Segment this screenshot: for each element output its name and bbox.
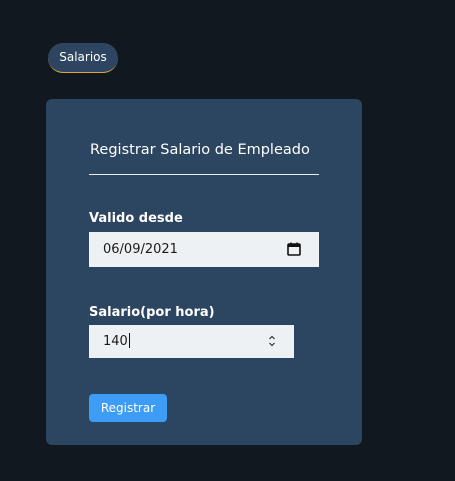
valido-desde-label: Valido desde bbox=[89, 211, 183, 226]
title-divider bbox=[89, 174, 319, 175]
valido-desde-date-input[interactable]: 06/09/2021 bbox=[89, 232, 319, 267]
text-caret bbox=[128, 333, 130, 348]
page: Salarios Registrar Salario de Empleado V… bbox=[0, 0, 455, 481]
salary-form-card: Registrar Salario de Empleado Valido des… bbox=[46, 99, 362, 445]
salario-number-input[interactable]: 140 bbox=[89, 325, 294, 358]
calendar-icon[interactable] bbox=[287, 242, 301, 256]
valido-desde-value: 06/09/2021 bbox=[103, 242, 178, 257]
form-title: Registrar Salario de Empleado bbox=[90, 142, 310, 158]
registrar-button[interactable]: Registrar bbox=[89, 394, 167, 422]
spinner-arrows-icon[interactable] bbox=[268, 334, 276, 348]
salarios-nav-button[interactable]: Salarios bbox=[48, 43, 118, 73]
salario-value: 140 bbox=[103, 334, 128, 349]
salario-label: Salario(por hora) bbox=[89, 305, 215, 320]
